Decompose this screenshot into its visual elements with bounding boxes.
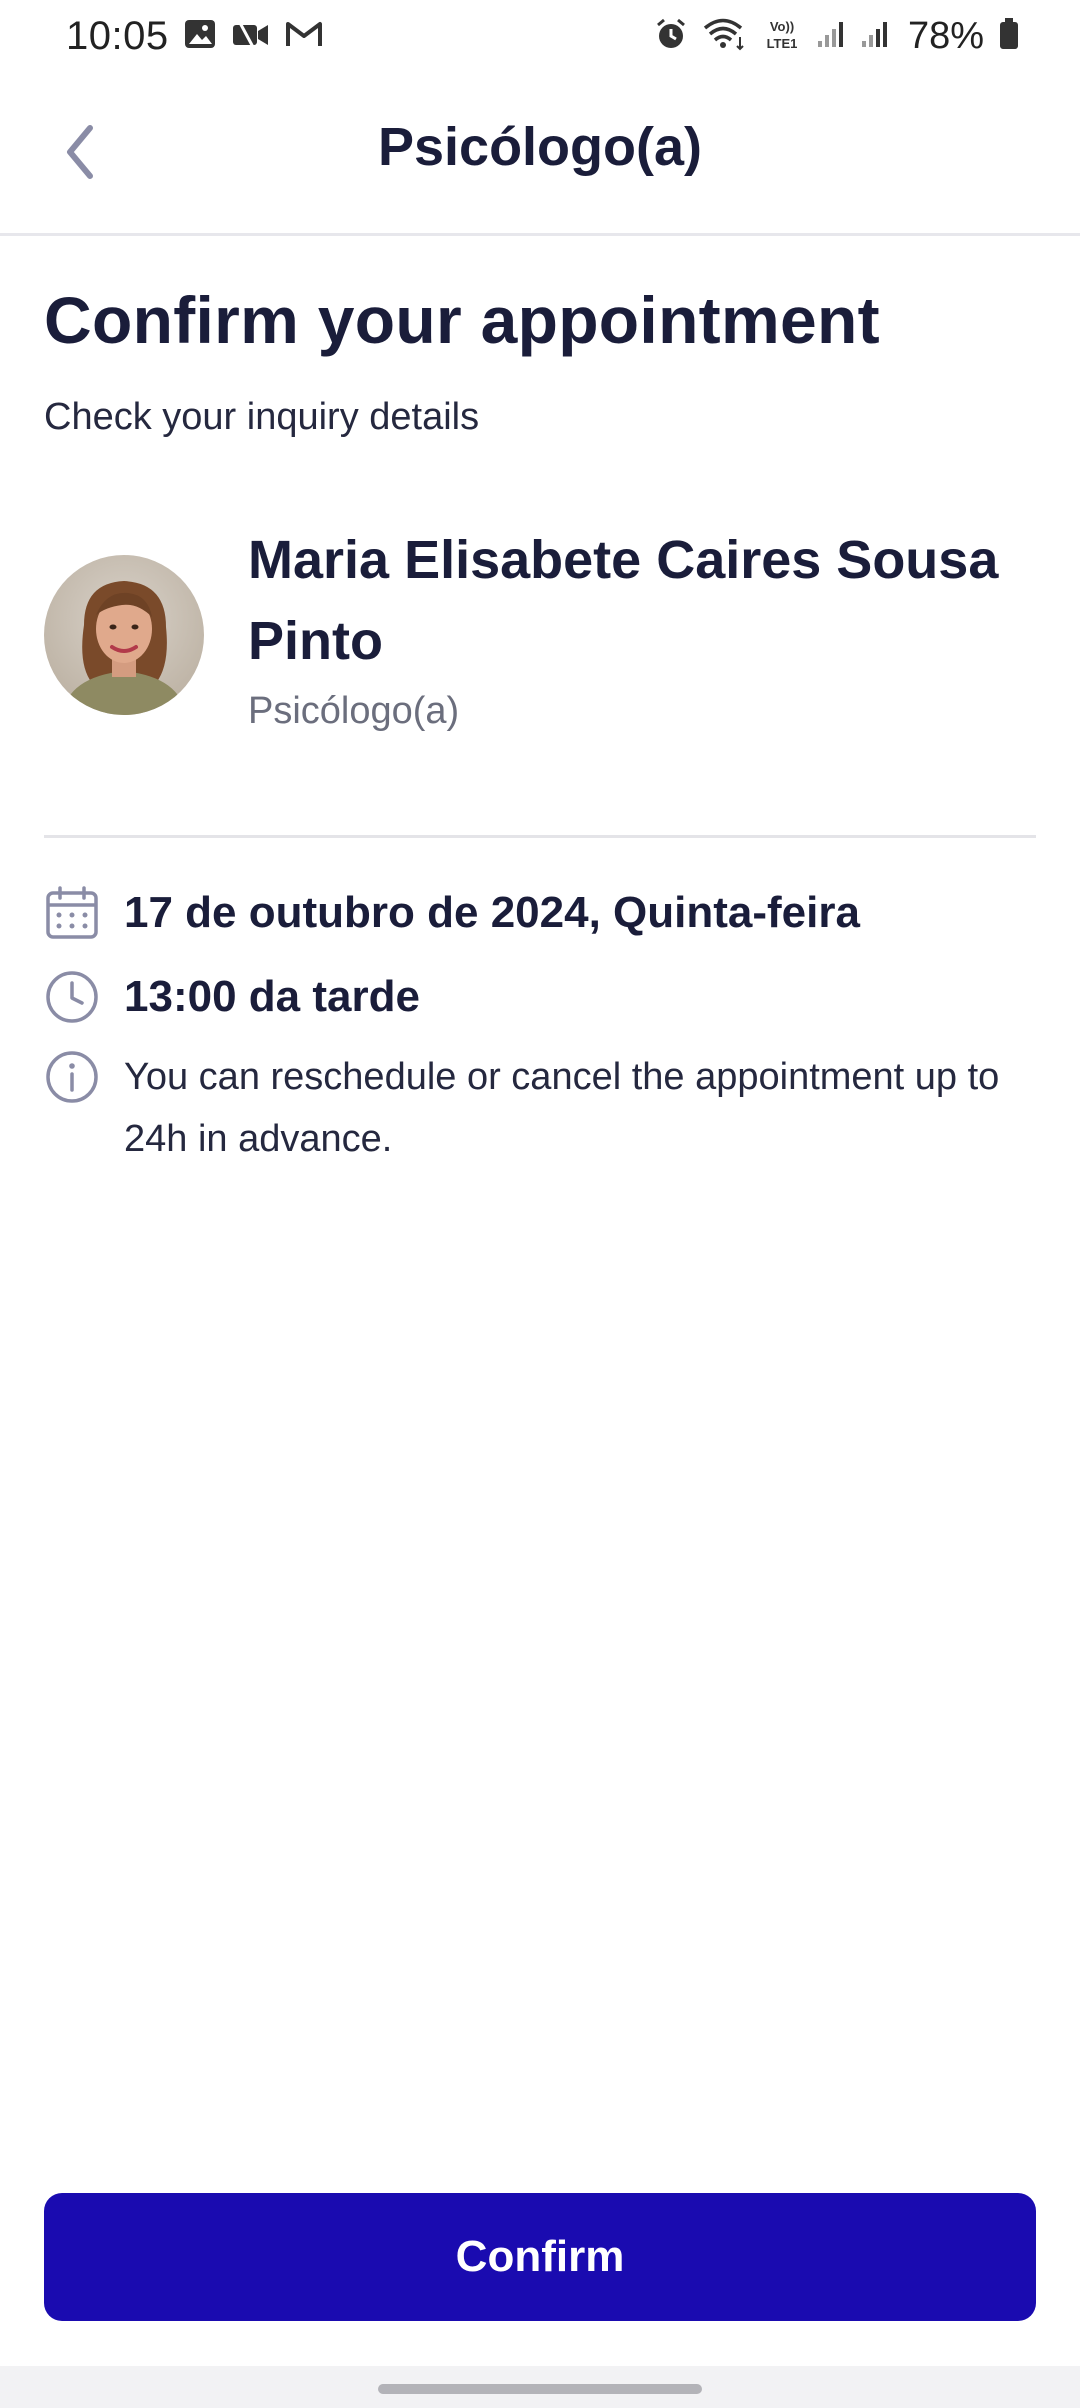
reschedule-info-row: You can reschedule or cancel the appoint…	[44, 1049, 1036, 1170]
navigation-bar	[0, 2366, 1080, 2408]
volte-icon: Vo)) LTE1	[762, 17, 802, 56]
reschedule-note: You can reschedule or cancel the appoint…	[124, 1056, 1000, 1160]
page-title: Confirm your appointment	[44, 283, 880, 357]
signal-icon	[816, 19, 846, 54]
appointment-time-row: 13:00 da tarde	[44, 969, 1036, 1025]
header-title: Psicólogo(a)	[377, 117, 703, 177]
page-subtitle: Check your inquiry details	[44, 396, 480, 438]
alarm-icon	[654, 17, 688, 56]
battery-icon	[998, 17, 1020, 56]
battery-percentage: 78%	[907, 14, 984, 57]
professional-role: Psicólogo(a)	[248, 690, 460, 732]
svg-text:LTE1: LTE1	[767, 36, 798, 51]
appointment-time: 13:00 da tarde	[124, 972, 420, 1021]
status-time: 10:05	[66, 13, 169, 58]
gallery-icon	[183, 17, 217, 56]
svg-text:Vo)): Vo))	[770, 19, 794, 34]
status-right: Vo)) LTE1 78%	[654, 15, 1020, 58]
appointment-date-row: 17 de outubro de 2024, Quinta-feira	[44, 885, 1036, 941]
home-indicator[interactable]	[378, 2384, 702, 2394]
status-bar: 10:05 Vo)) LTE1 78%	[0, 0, 1080, 72]
clock-icon	[46, 971, 98, 1023]
gmail-icon	[285, 19, 323, 54]
divider	[44, 835, 1036, 838]
video-call-icon	[231, 17, 271, 56]
professional-name: Maria Elisabete Caires Sousa Pinto	[248, 530, 999, 671]
avatar	[44, 555, 204, 715]
calendar-icon	[46, 886, 98, 939]
app-header: Psicólogo(a)	[0, 72, 1080, 236]
status-left: 10:05	[66, 14, 323, 59]
confirm-button[interactable]: Confirm	[44, 2193, 1036, 2321]
appointment-date: 17 de outubro de 2024, Quinta-feira	[124, 888, 860, 937]
signal-icon	[860, 19, 890, 54]
professional-card: Maria Elisabete Caires Sousa Pinto Psicó…	[44, 520, 1036, 770]
info-icon	[46, 1051, 98, 1103]
wifi-icon	[702, 17, 748, 56]
